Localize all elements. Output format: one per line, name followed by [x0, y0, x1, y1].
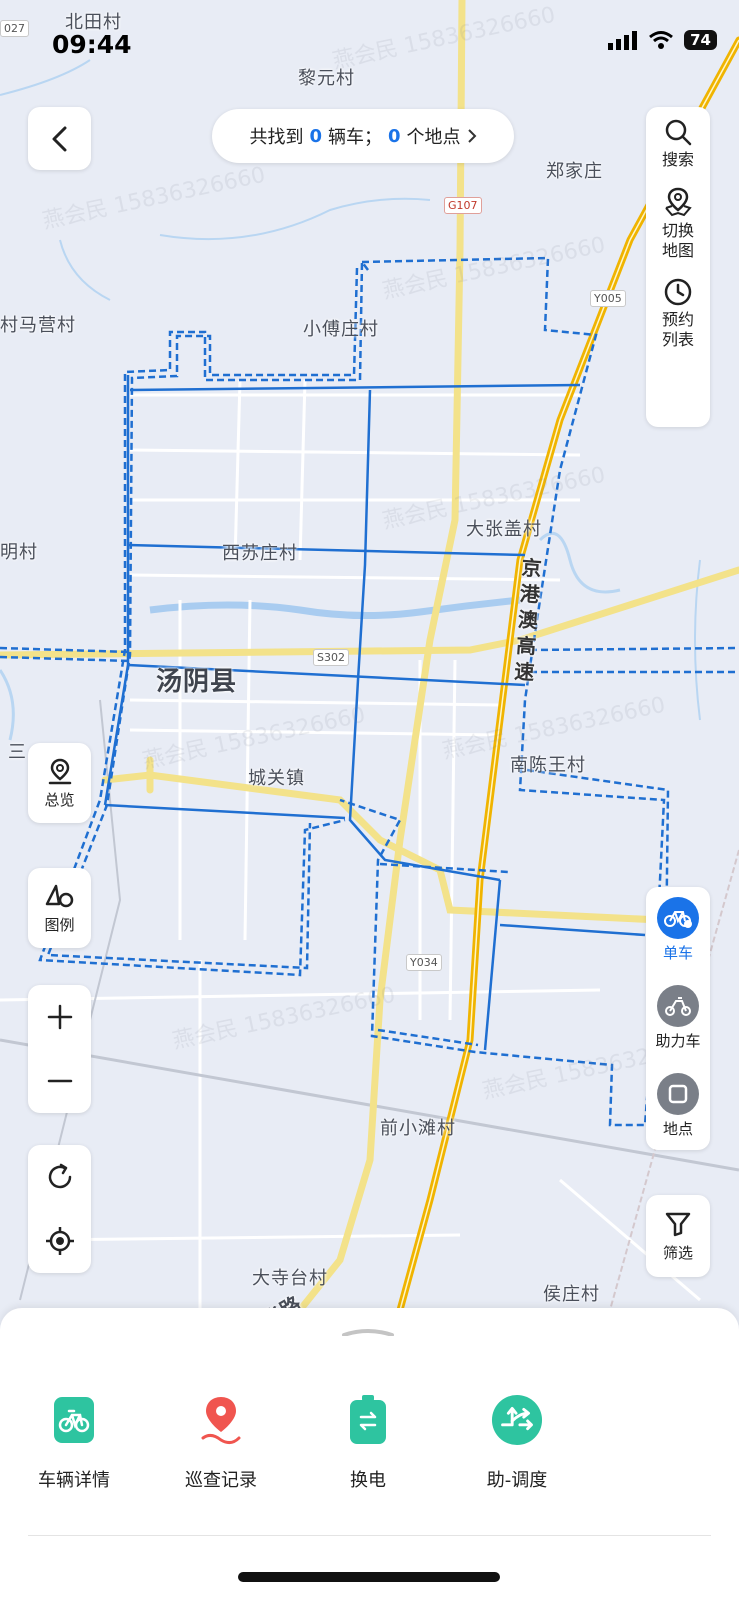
patrol-pin-icon	[195, 1394, 247, 1446]
status-icons: 74	[608, 30, 717, 50]
highway-char: 澳	[517, 607, 539, 633]
village-label: 大张盖村	[466, 519, 542, 540]
road-tag: G107	[444, 197, 482, 214]
search-label: 搜索	[661, 150, 694, 169]
filter-label: 筛选	[662, 1243, 693, 1262]
town-label: 城关镇	[248, 768, 305, 789]
place-label: 地点	[662, 1120, 693, 1138]
zoom-control	[28, 985, 91, 1113]
vehicle-detail-label: 车辆详情	[38, 1470, 110, 1491]
village-label: 南陈王村	[510, 755, 586, 776]
shapes-icon	[45, 884, 73, 907]
highway-char: 速	[513, 659, 536, 685]
bike-filter-button[interactable]: 单车	[646, 897, 710, 963]
location-overview-icon	[48, 758, 71, 784]
search-summary-pill[interactable]: 共找到 0 辆车； 0 个地点	[212, 109, 514, 163]
zoom-out-button[interactable]	[28, 1049, 91, 1113]
village-label: 明村	[0, 542, 38, 563]
place-icon	[657, 1073, 699, 1115]
patrol-record-button[interactable]: 巡查记录	[156, 1394, 286, 1492]
map-pin-switch-icon	[665, 187, 692, 217]
switch-map-button[interactable]: 切换地图	[656, 176, 700, 267]
chevron-right-icon	[467, 129, 476, 143]
refresh-icon	[48, 1163, 71, 1189]
village-label: 西苏庄村	[222, 543, 298, 564]
filter-button[interactable]: 筛选	[646, 1195, 710, 1277]
locate-button[interactable]	[28, 1209, 91, 1273]
road-tag: Y034	[406, 954, 442, 971]
zoom-in-button[interactable]	[28, 985, 91, 1049]
refresh-button[interactable]	[28, 1145, 91, 1209]
village-label: 村马营村	[0, 315, 76, 336]
ebike-label: 助力车	[655, 1032, 701, 1050]
minus-icon	[47, 1079, 72, 1083]
home-indicator[interactable]	[238, 1572, 500, 1582]
battery-icon: 74	[684, 30, 717, 50]
ebike-icon	[657, 985, 699, 1027]
search-button[interactable]: 搜索	[662, 107, 694, 176]
place-unit: 个地点	[406, 127, 461, 148]
clock-icon	[664, 278, 692, 306]
signal-icon	[608, 31, 638, 50]
village-label: 黎元村	[298, 68, 355, 89]
bike-detail-icon	[48, 1394, 100, 1446]
summary-prefix: 共找到	[249, 127, 304, 148]
vehicle-type-selector: 单车 助力车 地点	[646, 887, 710, 1150]
sheet-handle[interactable]	[340, 1328, 396, 1336]
village-label: 前小滩村	[380, 1118, 456, 1139]
search-icon	[665, 119, 692, 146]
place-filter-button[interactable]: 地点	[646, 1073, 710, 1139]
vehicle-unit: 辆车；	[328, 127, 382, 148]
battery-swap-label: 换电	[350, 1470, 386, 1491]
highway-char: 高	[515, 633, 537, 659]
road-tag: Y005	[590, 290, 626, 307]
sheet-divider	[28, 1535, 711, 1536]
right-toolbar: 搜索 切换地图 预约列表	[646, 107, 710, 427]
dispatch-icon	[491, 1394, 543, 1446]
back-button[interactable]	[28, 107, 91, 170]
highway-char: 港	[519, 581, 541, 607]
dispatch-button[interactable]: 助-调度	[452, 1394, 582, 1492]
battery-swap-icon	[342, 1394, 394, 1446]
road-tag: 027	[0, 20, 29, 37]
crosshair-icon	[45, 1227, 74, 1255]
highway-char: 京	[520, 555, 543, 581]
legend-label: 图例	[44, 915, 75, 934]
plus-icon	[47, 1004, 72, 1030]
wifi-icon	[649, 31, 674, 49]
county-label: 汤阴县	[156, 667, 238, 697]
ebike-filter-button[interactable]: 助力车	[646, 985, 710, 1051]
battery-swap-button[interactable]: 换电	[303, 1394, 433, 1492]
vehicle-count: 0	[309, 125, 322, 147]
village-label: 侯庄村	[543, 1284, 600, 1305]
village-label: 郑家庄	[546, 161, 603, 182]
overview-button[interactable]: 总览	[28, 743, 91, 823]
vehicle-detail-button[interactable]: 车辆详情	[9, 1394, 139, 1492]
funnel-icon	[665, 1212, 691, 1236]
status-time: 09:44	[52, 30, 132, 59]
chevron-left-icon	[52, 126, 66, 151]
legend-button[interactable]: 图例	[28, 868, 91, 948]
bike-icon	[657, 897, 699, 939]
patrol-record-label: 巡查记录	[185, 1470, 257, 1491]
bottom-sheet[interactable]: 车辆详情 巡查记录 换电 助-调度	[0, 1308, 739, 1600]
map-control	[28, 1145, 91, 1273]
village-label: 三	[8, 742, 27, 763]
village-label: 小傅庄村	[303, 319, 379, 340]
place-count: 0	[388, 125, 401, 147]
dispatch-label: 助-调度	[486, 1470, 548, 1491]
village-label: 大寺台村	[252, 1268, 328, 1289]
bike-label: 单车	[662, 944, 693, 962]
reservation-list-button[interactable]: 预约列表	[656, 267, 700, 356]
road-tag: S302	[313, 649, 349, 666]
switch-map-label: 切换地图	[661, 221, 694, 260]
reservation-list-label: 预约列表	[661, 310, 694, 349]
overview-label: 总览	[44, 790, 75, 809]
